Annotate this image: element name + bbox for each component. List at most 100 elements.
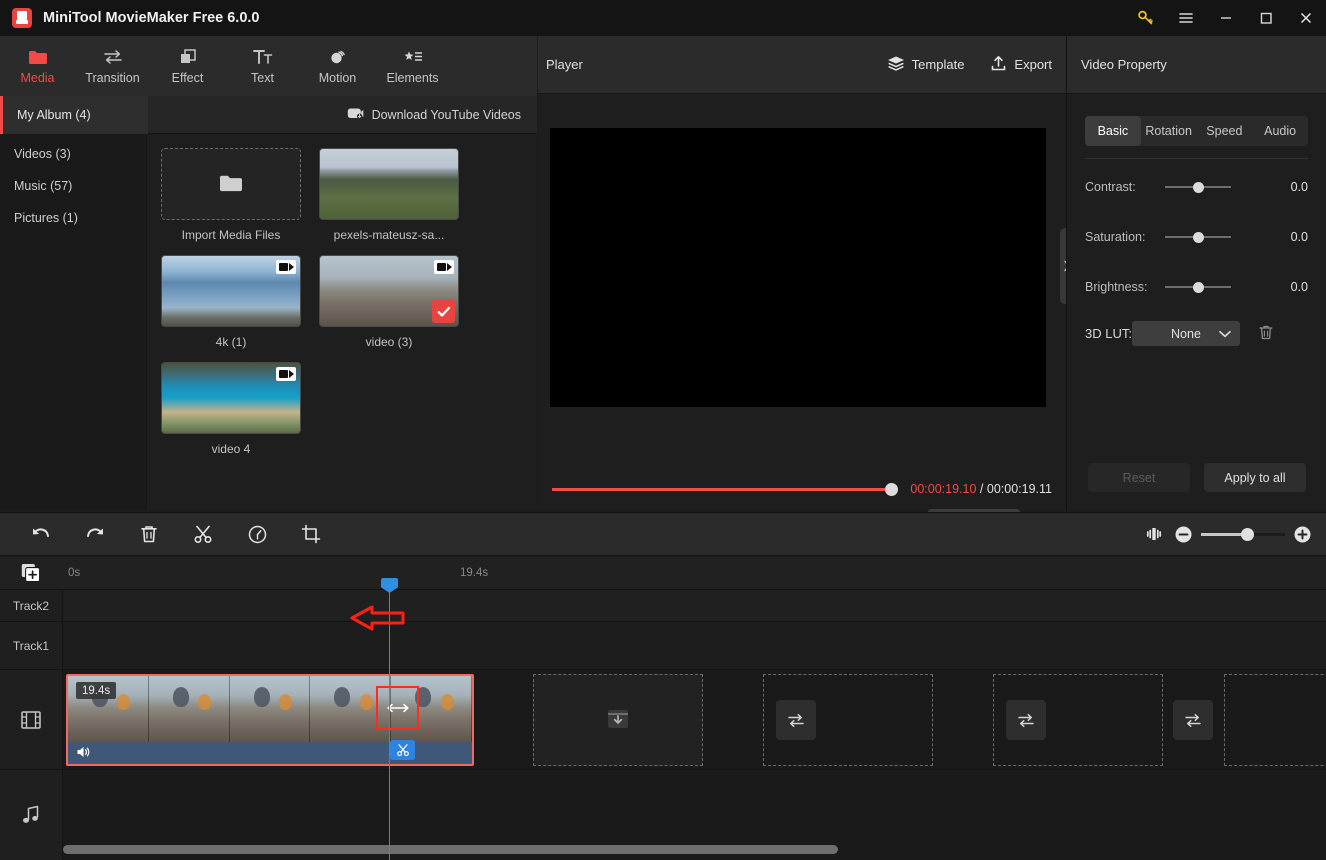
contrast-row: Contrast: 0.0 bbox=[1085, 175, 1308, 199]
speaker-icon[interactable] bbox=[76, 745, 92, 762]
key-icon[interactable] bbox=[1126, 0, 1166, 36]
folder-icon bbox=[28, 47, 48, 67]
crop-button[interactable] bbox=[284, 512, 338, 556]
text-tt-icon bbox=[252, 47, 274, 67]
tab-media-label: Media bbox=[20, 71, 54, 85]
media-item-caption: video 4 bbox=[161, 442, 301, 456]
media-thumbnail[interactable] bbox=[161, 362, 301, 434]
media-drop-zone[interactable] bbox=[993, 674, 1163, 766]
media-item-4k[interactable]: 4k (1) bbox=[161, 255, 301, 349]
media-drop-zone[interactable] bbox=[1224, 674, 1326, 766]
horizontal-scrollbar[interactable] bbox=[63, 845, 838, 854]
add-track-button[interactable] bbox=[20, 562, 42, 584]
media-item-import[interactable]: Import Media Files bbox=[161, 148, 301, 242]
download-box-icon bbox=[606, 707, 630, 734]
media-drop-zone[interactable] bbox=[533, 674, 703, 766]
zoom-slider[interactable] bbox=[1201, 533, 1285, 536]
saturation-handle[interactable] bbox=[1193, 232, 1204, 243]
track-row-video[interactable]: 19.4s bbox=[63, 670, 1326, 770]
fit-timeline-button[interactable] bbox=[1134, 512, 1174, 556]
media-item-caption: video (3) bbox=[319, 335, 459, 349]
brightness-slider[interactable] bbox=[1165, 286, 1231, 288]
tab-motion-label: Motion bbox=[319, 71, 357, 85]
sidebar-item-pictures[interactable]: Pictures (1) bbox=[0, 202, 146, 234]
thumbnail-row: 4k (1) video (3) bbox=[161, 255, 537, 349]
undo-button[interactable] bbox=[14, 512, 68, 556]
sidebar-item-music[interactable]: Music (57) bbox=[0, 170, 146, 202]
tab-speed[interactable]: Speed bbox=[1197, 116, 1253, 146]
lut-value: None bbox=[1171, 327, 1201, 341]
template-button[interactable]: Template bbox=[887, 55, 965, 75]
tab-media[interactable]: Media bbox=[0, 36, 75, 96]
media-thumbnail[interactable] bbox=[319, 255, 459, 327]
brightness-handle[interactable] bbox=[1193, 282, 1204, 293]
download-youtube-videos-button[interactable]: Download YouTube Videos bbox=[347, 107, 521, 123]
seek-handle[interactable] bbox=[885, 483, 898, 496]
selected-check-icon bbox=[432, 300, 455, 323]
tab-motion[interactable]: Motion bbox=[300, 36, 375, 96]
clip-resize-handle[interactable] bbox=[376, 686, 419, 730]
lut-select[interactable]: None bbox=[1132, 321, 1240, 346]
media-drop-zone[interactable] bbox=[763, 674, 933, 766]
current-time: 00:00:19.10 bbox=[910, 482, 976, 496]
sidebar-item-videos[interactable]: Videos (3) bbox=[0, 138, 146, 170]
media-item-pexels[interactable]: pexels-mateusz-sa... bbox=[319, 148, 459, 242]
timeline-ruler[interactable]: 0s 19.4s bbox=[63, 556, 1326, 590]
player-header: Player Template Export bbox=[538, 36, 1066, 94]
split-button[interactable] bbox=[176, 512, 230, 556]
media-thumbnail[interactable] bbox=[319, 148, 459, 220]
redo-button[interactable] bbox=[68, 512, 122, 556]
import-media-dropzone[interactable] bbox=[161, 148, 301, 220]
media-item-video-3[interactable]: video (3) bbox=[319, 255, 459, 349]
export-button[interactable]: Export bbox=[990, 55, 1052, 75]
track-row-track1[interactable] bbox=[63, 622, 1326, 670]
media-item-caption: pexels-mateusz-sa... bbox=[319, 228, 459, 242]
lut-label: 3D LUT: bbox=[1085, 326, 1132, 341]
delete-lut-button[interactable] bbox=[1258, 324, 1274, 344]
sidebar-item-my-album[interactable]: My Album (4) bbox=[0, 96, 148, 134]
tab-transition[interactable]: Transition bbox=[75, 36, 150, 96]
media-thumbnail[interactable] bbox=[161, 255, 301, 327]
close-icon[interactable] bbox=[1286, 0, 1326, 36]
timeline-tracks-area: 19.4s bbox=[63, 590, 1326, 860]
apply-to-all-button[interactable]: Apply to all bbox=[1204, 463, 1306, 492]
track-row-track2[interactable] bbox=[63, 590, 1326, 622]
zoom-out-button[interactable] bbox=[1174, 525, 1193, 544]
tab-elements[interactable]: Elements bbox=[375, 36, 450, 96]
reset-button[interactable]: Reset bbox=[1088, 463, 1190, 492]
tab-audio[interactable]: Audio bbox=[1252, 116, 1308, 146]
player-title: Player bbox=[546, 57, 583, 72]
speed-button[interactable] bbox=[230, 512, 284, 556]
saturation-slider[interactable] bbox=[1165, 236, 1231, 238]
media-thumbnail-grid: Import Media Files pexels-mateusz-sa... … bbox=[147, 134, 537, 510]
property-tab-bar: Basic Rotation Speed Audio bbox=[1085, 116, 1308, 146]
ruler-tick-label: 19.4s bbox=[460, 567, 488, 579]
chevron-down-icon bbox=[1219, 327, 1231, 341]
minimize-icon[interactable] bbox=[1206, 0, 1246, 36]
media-item-caption: 4k (1) bbox=[161, 335, 301, 349]
album-header: My Album (4) Download YouTube Videos bbox=[0, 96, 537, 134]
tab-rotation[interactable]: Rotation bbox=[1141, 116, 1197, 146]
track-label-track2[interactable]: Track2 bbox=[0, 590, 62, 622]
tab-effect[interactable]: Effect bbox=[150, 36, 225, 96]
video-track-icon[interactable] bbox=[0, 670, 62, 770]
transition-slot-button[interactable] bbox=[1173, 700, 1213, 740]
media-item-video-4[interactable]: video 4 bbox=[161, 362, 301, 456]
track-label-track1[interactable]: Track1 bbox=[0, 622, 62, 670]
seek-slider[interactable] bbox=[552, 488, 898, 491]
video-preview-screen[interactable] bbox=[550, 128, 1046, 407]
contrast-slider[interactable] bbox=[1165, 186, 1231, 188]
zoom-handle[interactable] bbox=[1241, 528, 1254, 541]
player-panel: Player Template Export 00:00:19.10 bbox=[538, 36, 1066, 510]
zoom-in-button[interactable] bbox=[1293, 525, 1312, 544]
maximize-icon[interactable] bbox=[1246, 0, 1286, 36]
delete-button[interactable] bbox=[122, 512, 176, 556]
tab-basic[interactable]: Basic bbox=[1085, 116, 1141, 146]
contrast-handle[interactable] bbox=[1193, 182, 1204, 193]
tab-text[interactable]: Text bbox=[225, 36, 300, 96]
time-separator: / bbox=[980, 482, 983, 496]
clip-split-button[interactable] bbox=[390, 740, 415, 760]
music-track-icon[interactable] bbox=[0, 770, 62, 860]
hamburger-menu-icon[interactable] bbox=[1166, 0, 1206, 36]
video-badge-icon bbox=[276, 367, 296, 381]
